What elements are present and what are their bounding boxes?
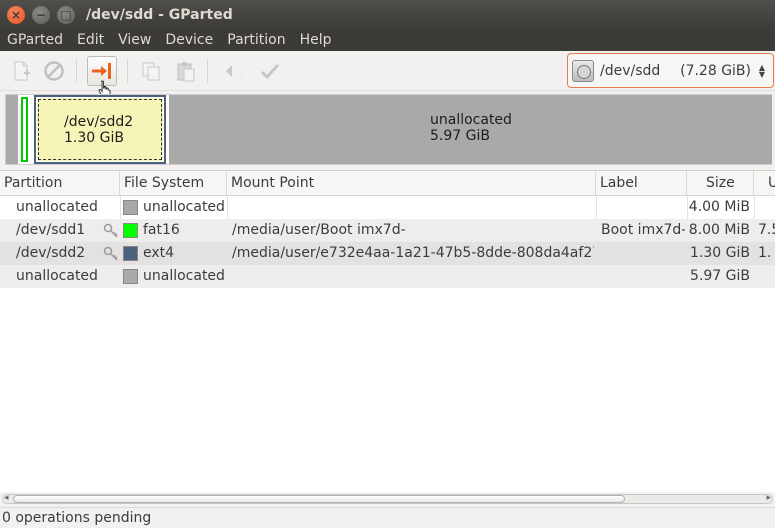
maximize-icon: □ <box>60 7 72 22</box>
status-bar: 0 operations pending <box>0 507 775 528</box>
harddisk-icon <box>572 59 594 82</box>
unallocated-segment-size: 5.97 GiB <box>430 128 490 144</box>
disk-map: /dev/sdd2 1.30 GiB unallocated 5.97 GiB <box>5 94 772 165</box>
cell-size: 1.30 GiB <box>690 245 750 261</box>
sdd2-segment-label: /dev/sdd2 1.30 GiB <box>64 114 133 146</box>
cell-size: 4.00 MiB <box>688 199 750 215</box>
unallocated-segment[interactable]: unallocated 5.97 GiB <box>169 95 772 164</box>
paste-button[interactable] <box>171 56 201 86</box>
maximize-window-button[interactable]: □ <box>57 5 75 24</box>
window-title: /dev/sdd - GParted <box>86 6 233 23</box>
column-header-label[interactable]: Label <box>596 171 687 195</box>
cell-size: 5.97 GiB <box>690 268 750 284</box>
menu-device[interactable]: Device <box>158 32 220 48</box>
undo-button[interactable] <box>219 56 249 86</box>
table-row[interactable]: /dev/sdd2 ext4 /media/user/e732e4aa-1a21… <box>0 242 775 265</box>
toolbar-separator <box>207 59 208 83</box>
cell-partition: /dev/sdd1 <box>16 222 86 238</box>
copy-icon <box>142 62 160 81</box>
copy-button[interactable] <box>136 56 166 86</box>
apply-icon <box>260 63 280 80</box>
cell-filesystem: unallocated <box>143 268 225 284</box>
cell-mountpoint: /media/user/Boot imx7d- <box>232 222 406 238</box>
cell-label: Boot imx7d- <box>601 222 685 238</box>
cell-filesystem: unallocated <box>143 199 225 215</box>
menu-gparted[interactable]: GParted <box>0 32 70 48</box>
scroll-right-icon[interactable]: ▸ <box>766 493 771 503</box>
filesystem-color-swatch <box>123 200 138 215</box>
sdd1-segment[interactable] <box>19 95 30 164</box>
toolbar-separator <box>127 59 128 83</box>
minimize-icon: − <box>35 7 47 22</box>
cell-used: 7.5 <box>758 222 775 238</box>
new-icon <box>14 61 30 81</box>
menu-partition[interactable]: Partition <box>220 32 292 48</box>
unallocated-segment-label: unallocated 5.97 GiB <box>430 112 512 144</box>
column-header-filesystem[interactable]: File System <box>120 171 227 195</box>
horizontal-scrollbar[interactable]: ◂ ▸ <box>0 492 775 506</box>
key-icon <box>103 223 118 238</box>
table-row[interactable]: /dev/sdd1 fat16 /media/user/Boot imx7d- … <box>0 219 775 242</box>
close-window-button[interactable]: × <box>7 5 25 24</box>
unallocated-segment-name: unallocated <box>430 112 512 128</box>
device-name: /dev/sdd <box>600 62 661 79</box>
menu-help[interactable]: Help <box>293 32 339 48</box>
filesystem-color-swatch <box>123 246 138 261</box>
apply-button[interactable] <box>255 56 285 86</box>
resize-move-icon <box>92 63 111 79</box>
column-header-mountpoint[interactable]: Mount Point <box>227 171 596 195</box>
column-header-partition[interactable]: Partition <box>0 171 120 195</box>
cell-size: 8.00 MiB <box>688 222 750 238</box>
sdd2-segment[interactable]: /dev/sdd2 1.30 GiB <box>34 95 166 164</box>
menu-bar: GParted Edit View Device Partition Help <box>0 29 775 51</box>
cell-filesystem: ext4 <box>143 245 175 261</box>
filesystem-color-swatch <box>123 223 138 238</box>
cell-partition: unallocated <box>16 199 98 215</box>
sdd1-fill <box>21 97 28 162</box>
delete-partition-button[interactable] <box>39 56 69 86</box>
paste-icon <box>177 62 195 82</box>
new-partition-button[interactable] <box>6 56 36 86</box>
combo-arrows-icon: ▲ ▼ <box>758 62 766 79</box>
undo-icon <box>226 65 242 78</box>
filesystem-color-swatch <box>123 269 138 284</box>
cell-filesystem: fat16 <box>143 222 180 238</box>
unallocated-segment-small[interactable] <box>6 95 18 164</box>
close-icon: × <box>10 7 22 22</box>
cell-used: 1. <box>758 245 772 261</box>
column-header-size[interactable]: Size <box>687 171 754 195</box>
cell-partition: /dev/sdd2 <box>16 245 86 261</box>
table-row[interactable]: unallocated unallocated 5.97 GiB <box>0 265 775 288</box>
table-row[interactable]: unallocated unallocated 4.00 MiB <box>0 196 775 219</box>
cell-partition: unallocated <box>16 268 98 284</box>
cell-mountpoint: /media/user/e732e4aa-1a21-47b5-8dde-808d… <box>232 245 594 261</box>
title-bar: × − □ /dev/sdd - GParted <box>0 0 775 29</box>
sdd2-segment-name: /dev/sdd2 <box>64 114 134 130</box>
operations-pending-status: 0 operations pending <box>2 510 152 526</box>
scroll-left-icon[interactable]: ◂ <box>4 493 9 503</box>
menu-view[interactable]: View <box>111 32 158 48</box>
device-size: (7.28 GiB) <box>680 62 751 79</box>
minimize-window-button[interactable]: − <box>32 5 50 24</box>
table-header: Partition File System Mount Point Label … <box>0 171 775 196</box>
menu-edit[interactable]: Edit <box>70 32 111 48</box>
device-selector[interactable]: /dev/sdd (7.28 GiB) ▲ ▼ <box>567 53 774 88</box>
column-header-used[interactable]: U <box>754 171 775 195</box>
sdd2-segment-size: 1.30 GiB <box>64 130 124 146</box>
partition-table: Partition File System Mount Point Label … <box>0 170 775 492</box>
delete-icon <box>44 61 64 81</box>
toolbar-separator <box>76 59 77 83</box>
scrollbar-thumb[interactable] <box>13 495 625 503</box>
key-icon <box>103 246 118 261</box>
